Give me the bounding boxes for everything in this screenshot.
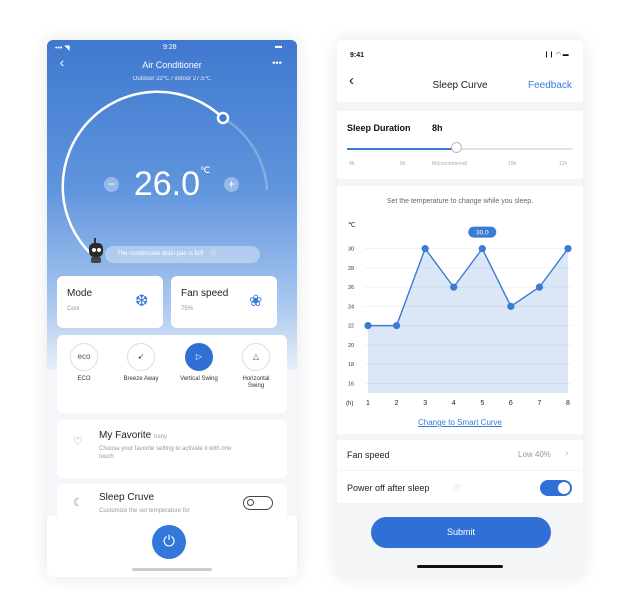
change-smart-curve-link[interactable]: Change to Smart Curve [337, 418, 583, 427]
air-conditioner-screen: ••• ◥ 9:28 ▬ ‹ Air Conditioner Outdoor 3… [47, 40, 297, 577]
robot-mascot-icon [89, 238, 103, 263]
temperature-unit: ℃ [200, 165, 211, 175]
sleep-curve-toggle[interactable] [243, 496, 273, 510]
x-tick-label: 1 [366, 400, 370, 407]
x-tick-label: 6 [509, 400, 513, 407]
curve-point[interactable] [564, 245, 572, 253]
function-horizontal-swing[interactable]: △ Horizontal Swing [235, 343, 277, 390]
value-tooltip-label: 30.0 [476, 230, 489, 237]
curve-hint: Set the temperature to change while you … [386, 198, 534, 205]
duration-tick: 12h [559, 161, 568, 167]
submit-button[interactable]: Submit [371, 517, 551, 548]
favorite-tag: baby [154, 434, 168, 440]
function-vertical-swing[interactable]: ▷ Vertical Swing [178, 343, 220, 383]
fan-icon: ❀ [249, 293, 263, 310]
y-tick-label: 26 [348, 285, 354, 291]
curve-point[interactable] [364, 322, 372, 330]
dial-handle[interactable] [216, 111, 230, 125]
horizontal-swing-icon: △ [242, 343, 270, 371]
functions-panel: eco ECO ➹ Breeze Away ▷ Vertical Swing △… [57, 335, 287, 413]
moon-icon: ☾ [73, 497, 83, 509]
y-tick-label: 20 [348, 343, 354, 349]
status-icons: ❙❙ ◠ ▬ [544, 52, 569, 58]
curve-point[interactable] [535, 283, 544, 291]
eco-icon: eco [70, 343, 98, 371]
y-axis-unit: ℃ [348, 222, 356, 229]
y-tick-label: 30 [348, 247, 354, 253]
breeze-icon: ➹ [127, 343, 155, 371]
heart-icon: ♡ [73, 436, 83, 448]
duration-tick: 10h [508, 161, 517, 167]
feedback-link[interactable]: Feedback [528, 80, 572, 91]
temperature-value: 26.0 [133, 165, 201, 203]
mode-label: Mode [67, 288, 93, 299]
power-off-toggle[interactable] [540, 480, 572, 496]
curve-point[interactable] [450, 283, 458, 291]
curve-point[interactable] [421, 245, 429, 253]
duration-slider-thumb[interactable] [451, 142, 462, 153]
x-tick-label: 2 [395, 400, 399, 407]
fan-speed-label: Fan speed [347, 450, 390, 460]
y-tick-label: 24 [348, 304, 354, 310]
favorite-title-text: My Favorite [99, 430, 152, 441]
snowflake-icon: ❆ [135, 293, 149, 310]
header-area [337, 40, 583, 102]
drain-alert-banner[interactable]: The condensate drain pan is full! ⓘ [105, 246, 260, 263]
info-icon: ⓘ [210, 251, 217, 257]
sleep-curve-chart[interactable]: ℃ 30 28 26 24 22 20 18 16 (h) 1 2 3 4 5 6 7 8 30.0 [337, 215, 583, 415]
function-label: ECO [77, 376, 91, 382]
favorite-title: My Favorite baby [99, 430, 167, 441]
chevron-right-icon: › [565, 448, 569, 459]
function-eco[interactable]: eco ECO [63, 343, 105, 383]
drain-alert-text: The condensate drain pan is full! [117, 251, 204, 257]
x-tick-label: 4 [452, 400, 456, 407]
fan-speed-value: 75% [181, 306, 194, 312]
x-tick-label: 7 [537, 400, 541, 407]
duration-tick: 6h [400, 161, 406, 167]
function-label: Breeze Away [123, 376, 159, 382]
x-tick-label: 8 [566, 400, 570, 407]
curve-point[interactable] [392, 322, 401, 330]
curve-point[interactable] [507, 302, 515, 310]
fan-speed-value: Low 40% [518, 450, 551, 459]
power-button[interactable]: ⏻ [152, 525, 186, 559]
sleep-duration-value: 8h [432, 123, 443, 133]
my-favorite-row[interactable]: ♡ My Favorite baby Choose your favorite … [57, 420, 287, 478]
fan-speed-label: Fan speed [181, 288, 229, 299]
home-indicator [132, 568, 212, 571]
mode-card[interactable]: Mode Cool ❆ [57, 276, 163, 328]
sleep-curve-screen: 9:41 ❙❙ ◠ ▬ ‹ Sleep Curve Feedback Sleep… [337, 40, 583, 577]
y-tick-label: 28 [348, 266, 354, 272]
sleep-title: Sleep Cruve [99, 492, 155, 503]
home-indicator [417, 565, 503, 568]
power-off-label: Power off after sleep [347, 483, 430, 493]
y-tick-label: 22 [348, 324, 354, 330]
duration-tick: 4h [349, 161, 355, 167]
function-breeze-away[interactable]: ➹ Breeze Away [120, 343, 162, 383]
sleep-description: Customize the set temperature for [99, 508, 190, 514]
x-axis-unit: (h) [346, 401, 353, 407]
favorite-description: Choose your favorite setting to activate… [99, 446, 232, 460]
curve-point[interactable] [478, 245, 486, 253]
fan-speed-card[interactable]: Fan speed 75% ❀ [171, 276, 277, 328]
vertical-swing-icon: ▷ [185, 343, 213, 371]
function-label: Vertical Swing [180, 376, 218, 382]
x-tick-label: 3 [423, 400, 427, 407]
function-label: Horizontal Swing [242, 376, 270, 389]
y-tick-label: 16 [348, 381, 354, 387]
info-icon: ⓘ [454, 485, 461, 492]
mode-value: Cool [67, 306, 80, 312]
x-tick-label: 5 [480, 400, 484, 407]
status-time: 9:41 [350, 52, 365, 59]
duration-slider-fill [347, 148, 457, 150]
y-tick-label: 18 [348, 362, 354, 368]
duration-tick: 8h(recommend) [432, 161, 468, 167]
sleep-duration-label: Sleep Duration [347, 123, 411, 133]
temperature-display: 26.0℃ [47, 165, 297, 204]
